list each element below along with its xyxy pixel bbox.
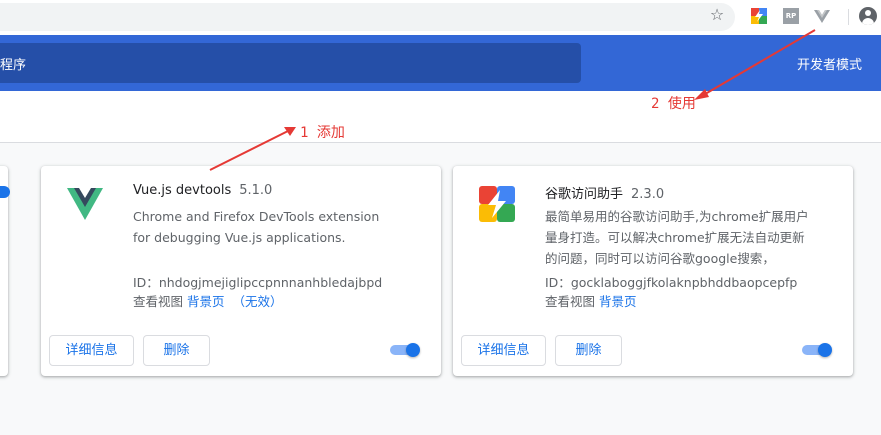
background-page-link[interactable]: 背景页 <box>599 294 637 309</box>
extension-id: ID：nhdogjmejiglipccpnnnanhbledajbpd <box>133 272 382 291</box>
background-page-link[interactable]: 背景页 <box>187 294 225 309</box>
enable-toggle[interactable] <box>390 343 420 357</box>
google-access-helper-logo-icon <box>477 184 517 224</box>
rp-extension-icon[interactable]: RP <box>783 8 799 24</box>
annotation-add: 1 添加 <box>300 125 345 141</box>
extension-id: ID：gocklaboggjfkolaknpbhddbaopcepfp <box>545 272 797 291</box>
extension-description: 最简单易用的谷歌访问助手,为chrome扩展用户量身打造。可以解决chrome扩… <box>545 209 809 266</box>
enable-toggle-partial[interactable] <box>0 186 10 198</box>
annotation-use: 2 使用 <box>651 96 696 112</box>
details-button[interactable]: 详细信息 <box>49 335 134 366</box>
id-value: nhdogjmejiglipccpnnnanhbledajbpd <box>158 275 383 290</box>
extension-name: 谷歌访问助手 2.3.0 <box>545 183 664 202</box>
extension-name: Vue.js devtools 5.1.0 <box>133 183 272 198</box>
views-label: 查看视图 <box>133 294 184 309</box>
search-text: 程序 <box>0 58 27 73</box>
extension-card-vue-devtools: Vue.js devtools 5.1.0 Chrome and Firefox … <box>41 166 441 376</box>
details-button[interactable]: 详细信息 <box>461 335 546 366</box>
enable-toggle[interactable] <box>802 343 832 357</box>
address-bar[interactable] <box>0 3 735 31</box>
id-value: gocklaboggjfkolaknpbhddbaopcepfp <box>570 275 798 290</box>
browser-toolbar: ☆ RP <box>0 0 881 35</box>
remove-button[interactable]: 删除 <box>143 335 210 366</box>
vue-devtools-icon[interactable] <box>814 8 830 24</box>
inspect-views: 查看视图 背景页 （无效） <box>133 291 283 310</box>
views-label: 查看视图 <box>545 294 596 309</box>
toolbar-separator <box>848 9 849 25</box>
extensions-header: 程序 开发者模式 <box>0 35 881 91</box>
toggle-knob <box>818 343 832 357</box>
extension-title: Vue.js devtools <box>133 183 232 198</box>
extension-description: Chrome and Firefox DevTools extension fo… <box>133 209 380 245</box>
inactive-label: （无效） <box>232 294 283 309</box>
search-input[interactable]: 程序 <box>0 43 581 83</box>
remove-button[interactable]: 删除 <box>555 335 622 366</box>
id-label: ID： <box>545 275 571 290</box>
extension-version: 2.3.0 <box>631 187 665 202</box>
profile-avatar-icon[interactable] <box>859 7 877 25</box>
toggle-knob <box>406 343 420 357</box>
developer-mode-label[interactable]: 开发者模式 <box>797 54 862 73</box>
google-access-helper-icon[interactable] <box>751 8 767 24</box>
vue-logo-icon <box>65 184 105 224</box>
inspect-views: 查看视图 背景页 <box>545 291 637 310</box>
bookmark-star-icon[interactable]: ☆ <box>707 5 727 25</box>
extension-title: 谷歌访问助手 <box>545 187 624 202</box>
sub-toolbar <box>0 91 881 143</box>
extension-version: 5.1.0 <box>239 183 273 198</box>
extension-card-google-access-helper: 谷歌访问助手 2.3.0 最简单易用的谷歌访问助手,为chrome扩展用户量身打造… <box>453 166 853 376</box>
id-label: ID： <box>133 275 159 290</box>
